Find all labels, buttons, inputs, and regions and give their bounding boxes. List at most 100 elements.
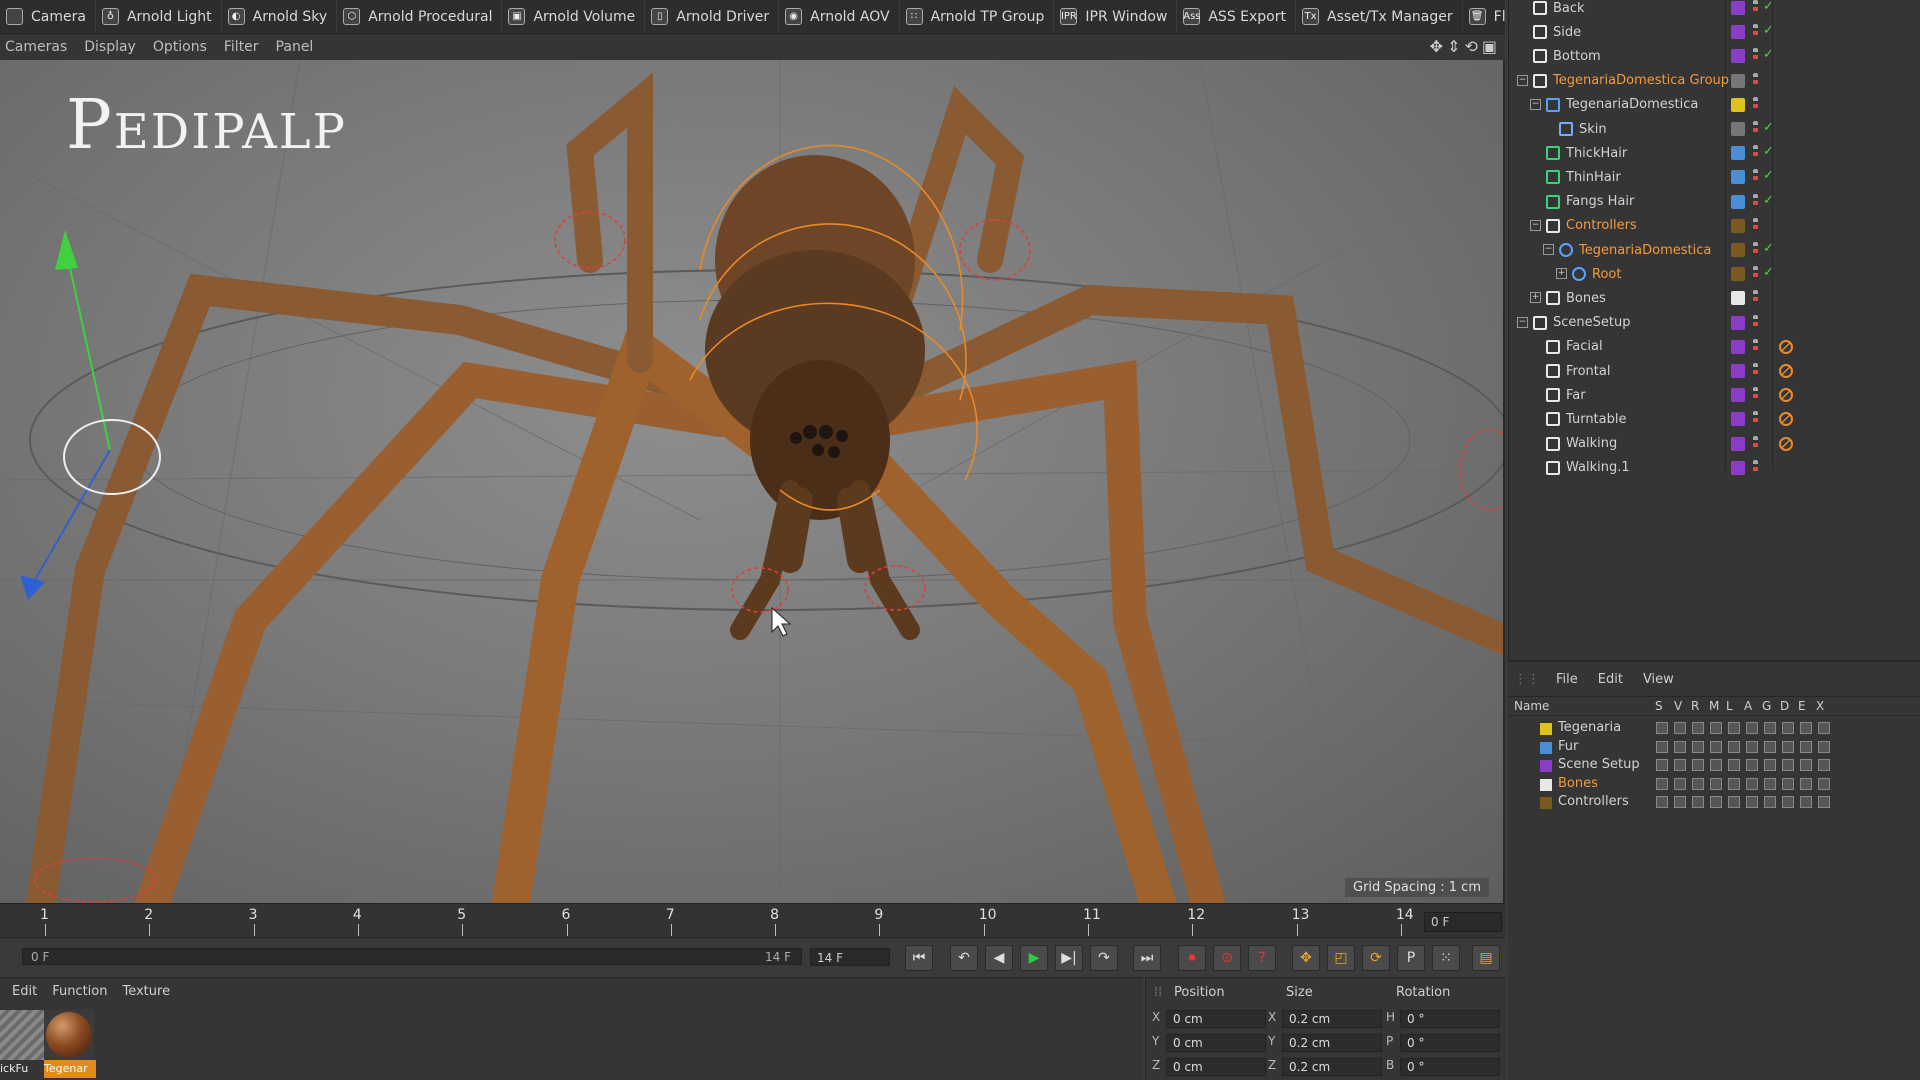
enabled-check-icon[interactable]: ✓ bbox=[1763, 241, 1774, 256]
timeline-button[interactable]: ▤ bbox=[1472, 945, 1500, 971]
layer-menu-file[interactable]: File bbox=[1546, 672, 1588, 687]
rotate-view-icon[interactable]: ⟲ bbox=[1464, 37, 1477, 56]
layer-deformers-toggle-icon[interactable] bbox=[1782, 777, 1794, 790]
column-header-l[interactable]: L bbox=[1726, 699, 1733, 713]
collapse-icon[interactable]: − bbox=[1517, 316, 1528, 328]
enabled-check-icon[interactable]: ✓ bbox=[1763, 23, 1774, 38]
layer-color-swatch[interactable] bbox=[1731, 25, 1745, 40]
layer-color-swatch[interactable] bbox=[1731, 339, 1745, 354]
object-row[interactable]: − SceneSetup bbox=[1509, 311, 1920, 335]
layer-color-swatch[interactable] bbox=[1731, 412, 1745, 427]
enabled-check-icon[interactable]: ✓ bbox=[1763, 265, 1774, 280]
enabled-check-icon[interactable]: ✓ bbox=[1763, 168, 1774, 183]
layer-xrefs-toggle-icon[interactable] bbox=[1818, 777, 1830, 790]
position-key-button[interactable]: ✥ bbox=[1292, 945, 1320, 971]
layer-animation-toggle-icon[interactable] bbox=[1746, 740, 1758, 753]
protection-tag-icon[interactable] bbox=[1779, 364, 1793, 378]
viewport-menu-cameras[interactable]: Cameras bbox=[0, 39, 79, 55]
layer-generators-toggle-icon[interactable] bbox=[1764, 777, 1776, 790]
column-header-m[interactable]: M bbox=[1709, 699, 1719, 713]
object-row[interactable]: Turntable bbox=[1509, 407, 1920, 431]
layer-view-toggle-icon[interactable] bbox=[1674, 777, 1686, 790]
object-row[interactable]: Far bbox=[1509, 383, 1920, 407]
layer-row[interactable]: Tegenaria bbox=[1508, 720, 1920, 738]
layer-color-swatch[interactable] bbox=[1540, 723, 1552, 735]
layer-solo-toggle-icon[interactable] bbox=[1656, 759, 1668, 771]
collapse-icon[interactable]: − bbox=[1517, 74, 1528, 86]
layer-color-swatch[interactable] bbox=[1731, 146, 1745, 161]
3d-viewport[interactable]: Pedipalp Grid Spacing : 1 cm bbox=[0, 60, 1505, 903]
object-row[interactable]: − TegenariaDomestica Group bbox=[1509, 69, 1920, 93]
parameter-key-button[interactable]: P bbox=[1397, 945, 1425, 971]
object-row[interactable]: Walking bbox=[1509, 432, 1920, 456]
viewport-menu-panel[interactable]: Panel bbox=[271, 39, 326, 55]
visibility-dots[interactable] bbox=[1753, 435, 1758, 452]
layer-solo-toggle-icon[interactable] bbox=[1656, 777, 1668, 790]
column-header-a[interactable]: A bbox=[1744, 699, 1752, 713]
layer-manager-toggle-icon[interactable] bbox=[1710, 759, 1722, 771]
object-row[interactable]: Skin ✓ bbox=[1509, 117, 1920, 141]
visibility-dots[interactable] bbox=[1753, 314, 1758, 331]
material-menu-edit[interactable]: Edit bbox=[6, 984, 46, 999]
object-row[interactable]: Fangs Hair ✓ bbox=[1509, 190, 1920, 214]
layer-color-swatch[interactable] bbox=[1540, 741, 1552, 754]
position-z-field[interactable]: 0 cm bbox=[1166, 1058, 1266, 1076]
layer-row[interactable]: Controllers bbox=[1508, 794, 1920, 812]
layer-color-swatch[interactable] bbox=[1540, 797, 1552, 809]
column-header-g[interactable]: G bbox=[1762, 699, 1771, 713]
layer-view-toggle-icon[interactable] bbox=[1674, 796, 1686, 808]
column-header-s[interactable]: S bbox=[1655, 699, 1663, 713]
size-z-field[interactable]: 0.2 cm bbox=[1282, 1058, 1382, 1076]
toolbar-item-arnold-tp-group[interactable]: ∷ Arnold TP Group bbox=[900, 0, 1055, 33]
layer-xrefs-toggle-icon[interactable] bbox=[1818, 796, 1830, 808]
size-y-field[interactable]: 0.2 cm bbox=[1282, 1034, 1382, 1052]
layer-color-swatch[interactable] bbox=[1731, 49, 1745, 64]
layer-solo-toggle-icon[interactable] bbox=[1656, 796, 1668, 808]
visibility-dots[interactable] bbox=[1753, 363, 1758, 379]
object-row[interactable]: ThinHair ✓ bbox=[1509, 165, 1920, 189]
toolbar-item-arnold-volume[interactable]: ▣ Arnold Volume bbox=[502, 0, 646, 33]
layer-locked-toggle-icon[interactable] bbox=[1728, 722, 1740, 734]
play-button[interactable]: ▶ bbox=[1020, 945, 1048, 971]
layer-menu-view[interactable]: View bbox=[1633, 672, 1684, 687]
layer-deformers-toggle-icon[interactable] bbox=[1782, 796, 1794, 808]
object-row[interactable]: Walking.1 bbox=[1509, 456, 1920, 480]
layer-color-swatch[interactable] bbox=[1731, 97, 1745, 112]
toolbar-item-arnold-aov[interactable]: ◉ Arnold AOV bbox=[779, 0, 900, 33]
layer-manager-toggle-icon[interactable] bbox=[1710, 796, 1722, 808]
rotation-p-field[interactable]: 0 ° bbox=[1400, 1034, 1500, 1052]
layer-color-swatch[interactable] bbox=[1540, 778, 1552, 791]
toolbar-item-arnold-light[interactable]: ♁ Arnold Light bbox=[96, 0, 222, 33]
keyframe-selection-button[interactable]: ? bbox=[1248, 945, 1276, 971]
object-row[interactable]: − TegenariaDomestica ✓ bbox=[1509, 238, 1920, 262]
layer-manager-toggle-icon[interactable] bbox=[1710, 777, 1722, 790]
visibility-dots[interactable] bbox=[1753, 72, 1758, 89]
maximize-view-icon[interactable]: ▣ bbox=[1482, 37, 1497, 56]
enabled-check-icon[interactable]: ✓ bbox=[1763, 144, 1774, 159]
toolbar-item-camera[interactable]: Camera bbox=[0, 0, 96, 33]
size-x-field[interactable]: 0.2 cm bbox=[1282, 1010, 1382, 1028]
layer-render-toggle-icon[interactable] bbox=[1692, 722, 1704, 734]
object-row[interactable]: ThickHair ✓ bbox=[1509, 141, 1920, 165]
visibility-dots[interactable] bbox=[1753, 411, 1758, 428]
layer-animation-toggle-icon[interactable] bbox=[1746, 759, 1758, 771]
end-frame-field[interactable]: 14 F bbox=[810, 948, 890, 966]
layer-locked-toggle-icon[interactable] bbox=[1728, 740, 1740, 753]
toolbar-item-arnold-driver[interactable]: ▯ Arnold Driver bbox=[645, 0, 780, 33]
layer-color-swatch[interactable] bbox=[1540, 760, 1552, 772]
enabled-check-icon[interactable]: ✓ bbox=[1763, 120, 1774, 135]
visibility-dots[interactable] bbox=[1753, 0, 1758, 16]
layer-color-swatch[interactable] bbox=[1731, 1, 1745, 15]
rotation-b-field[interactable]: 0 ° bbox=[1400, 1058, 1500, 1076]
object-row[interactable]: − Controllers bbox=[1509, 214, 1920, 238]
layer-color-swatch[interactable] bbox=[1731, 218, 1745, 233]
column-header-e[interactable]: E bbox=[1798, 699, 1806, 713]
timeline-ruler[interactable]: 1 2 3 4 5 6 7 8 9 10 11 12 13 14 0 F bbox=[0, 903, 1505, 937]
viewport-menu-options[interactable]: Options bbox=[148, 39, 219, 55]
current-frame-field[interactable]: 0 F bbox=[1424, 912, 1502, 932]
collapse-icon[interactable]: − bbox=[1530, 219, 1541, 231]
go-to-end-button[interactable]: ⏭ bbox=[1133, 945, 1161, 971]
layer-color-swatch[interactable] bbox=[1731, 243, 1745, 257]
layer-xrefs-toggle-icon[interactable] bbox=[1818, 722, 1830, 734]
layer-generators-toggle-icon[interactable] bbox=[1764, 759, 1776, 771]
